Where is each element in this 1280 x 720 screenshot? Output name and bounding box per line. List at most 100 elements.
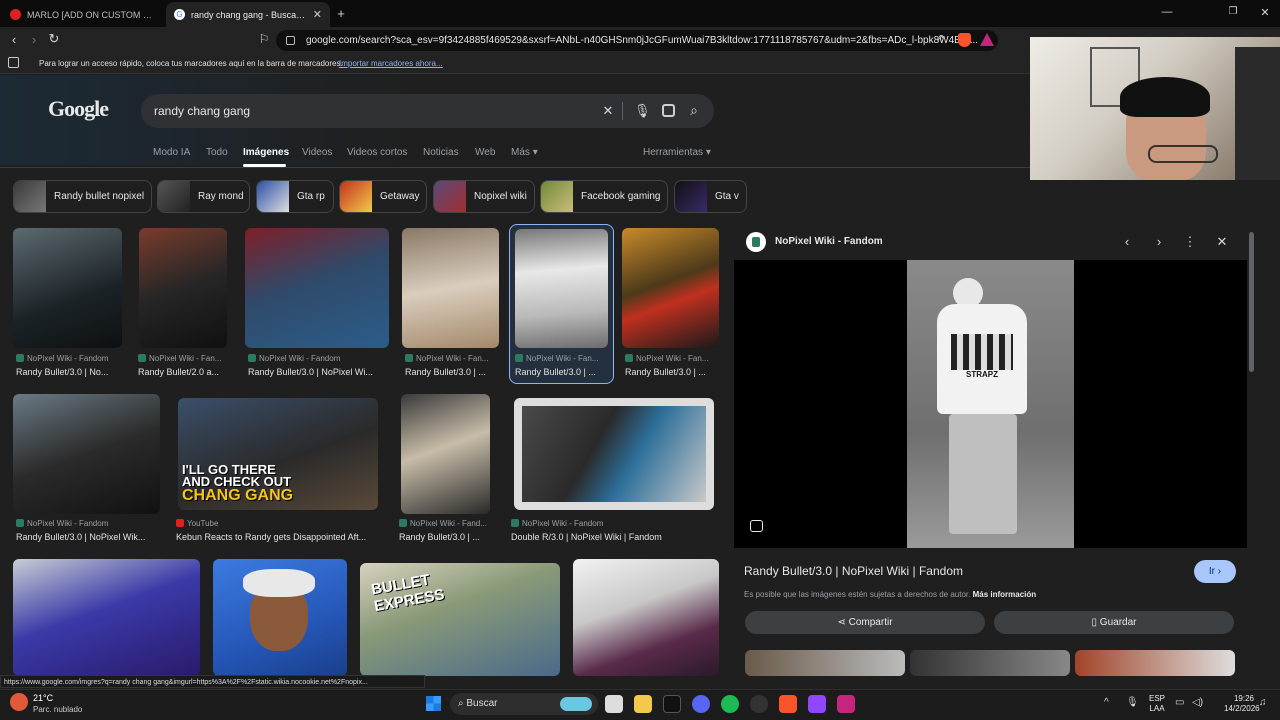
result-title[interactable]: Randy Bullet/3.0 | No... (16, 367, 122, 377)
result-image[interactable] (213, 559, 347, 676)
weather-desc[interactable]: Parc. nublado (33, 705, 82, 714)
preview-title[interactable]: Randy Bullet/3.0 | NoPixel Wiki | Fandom (744, 564, 963, 578)
result-image[interactable] (515, 229, 608, 348)
cod-icon[interactable] (663, 695, 681, 713)
obs-icon[interactable] (808, 695, 826, 713)
result-image[interactable] (622, 228, 719, 348)
chip-gta-v[interactable]: Gta v (674, 180, 747, 213)
new-tab-icon[interactable]: + (333, 6, 349, 21)
youtube-thumbnail[interactable]: I'LL GO THERE AND CHECK OUT CHANG GANG (178, 398, 378, 510)
tab-web[interactable]: Web (475, 147, 495, 158)
tab-images[interactable]: Imágenes (243, 147, 289, 158)
task-view-icon[interactable] (605, 695, 623, 713)
chip-nopixel-wiki[interactable]: Nopixel wiki (433, 180, 535, 213)
result-image[interactable] (402, 228, 499, 348)
result-title[interactable]: Randy Bullet/3.0 | ... (515, 367, 609, 377)
result-source[interactable]: NoPixel Wiki - Fan... (625, 354, 719, 363)
result-image[interactable] (514, 398, 714, 510)
lens-search-icon[interactable] (750, 520, 763, 532)
tab-ai-mode[interactable]: Modo IA (153, 147, 190, 158)
preview-scrollbar[interactable] (1249, 232, 1254, 372)
result-image[interactable] (245, 228, 389, 348)
preview-image[interactable]: STRAPZ (907, 260, 1074, 548)
microphone-icon[interactable]: 🎙︎ (1126, 697, 1139, 708)
result-title[interactable]: Randy Bullet/2.0 a... (138, 367, 228, 377)
chip-gta-rp[interactable]: Gta rp (256, 180, 334, 213)
result-title[interactable]: Randy Bullet/3.0 | NoPixel Wik... (16, 532, 160, 542)
close-window-icon[interactable]: ✕ (1258, 6, 1272, 19)
close-tab-icon[interactable]: ✕ (313, 8, 322, 21)
tab-news[interactable]: Noticias (423, 147, 459, 158)
site-info-icon[interactable] (286, 36, 295, 45)
result-title[interactable]: Randy Bullet/3.0 | ... (405, 367, 499, 377)
search-input[interactable]: randy chang gang (141, 94, 714, 128)
save-button[interactable]: ▯ Guardar (994, 611, 1234, 634)
chip-getaway[interactable]: Getaway (339, 180, 427, 213)
chip-facebook-gaming[interactable]: Facebook gaming (540, 180, 668, 213)
start-icon[interactable] (426, 696, 441, 711)
weather-icon[interactable] (10, 693, 28, 711)
network-icon[interactable]: ▭ (1175, 697, 1184, 708)
share-button[interactable]: ⋖ Compartir (745, 611, 985, 634)
result-image[interactable] (401, 394, 490, 514)
result-source[interactable]: NoPixel Wiki - Fand... (399, 519, 491, 528)
result-source[interactable]: NoPixel Wiki - Fandom (511, 519, 711, 528)
result-image[interactable] (13, 228, 122, 348)
app-icon[interactable] (837, 695, 855, 713)
result-source[interactable]: YouTube (176, 519, 378, 528)
minimize-icon[interactable]: — (1160, 6, 1174, 18)
brave-rewards-icon[interactable] (980, 33, 994, 46)
result-title[interactable]: Kebun Reacts to Randy gets Disappointed … (176, 532, 381, 542)
result-source[interactable]: NoPixel Wiki - Fan... (405, 354, 499, 363)
result-image[interactable] (13, 559, 200, 676)
tab-google-search[interactable]: G randy chang gang - Buscar con Google ✕ (166, 2, 330, 27)
file-explorer-icon[interactable] (634, 695, 652, 713)
result-image[interactable]: BULLET EXPRESS (360, 563, 560, 676)
result-image[interactable] (139, 228, 227, 348)
reload-icon[interactable]: ↻ (47, 31, 61, 47)
result-title[interactable]: Randy Bullet/3.0 | ... (399, 532, 491, 542)
result-image[interactable] (13, 394, 160, 514)
chip-randy-bullet-nopixel[interactable]: Randy bullet nopixel (13, 180, 152, 213)
spotify-icon[interactable] (721, 695, 739, 713)
more-info-link[interactable]: Más información (973, 590, 1037, 599)
result-source[interactable]: NoPixel Wiki - Fandom (16, 354, 122, 363)
chevron-up-icon[interactable]: ^ (1104, 697, 1109, 708)
steam-icon[interactable] (750, 695, 768, 713)
result-title[interactable]: Randy Bullet/3.0 | NoPixel Wi... (248, 367, 388, 377)
forward-icon[interactable]: › (27, 32, 41, 47)
weather-temp[interactable]: 21°C (33, 693, 53, 703)
next-icon[interactable]: › (1152, 234, 1166, 249)
volume-icon[interactable]: ◁) (1192, 697, 1203, 708)
tab-marlo[interactable]: MARLO [ADD ON CUSTOM PED FIVEM] (2, 2, 164, 27)
tab-videos[interactable]: Videos (302, 147, 332, 158)
tab-all[interactable]: Todo (206, 147, 228, 158)
tab-more[interactable]: Más ▾ (511, 147, 538, 158)
discord-icon[interactable] (692, 695, 710, 713)
address-bar[interactable]: google.com/search?sca_esv=9f3424885f4695… (276, 30, 998, 51)
clock[interactable]: 19:26 14/2/2026 (1224, 694, 1260, 714)
result-source[interactable]: NoPixel Wiki - Fandom (16, 519, 160, 528)
go-button[interactable]: Ir › (1194, 560, 1236, 583)
related-image[interactable] (1075, 650, 1235, 676)
tab-short-videos[interactable]: Videos cortos (347, 147, 407, 158)
result-title[interactable]: Randy Bullet/3.0 | ... (625, 367, 719, 377)
language-indicator[interactable]: ESP LAA (1149, 694, 1165, 714)
share-icon[interactable]: ↗ (934, 33, 946, 44)
result-source[interactable]: NoPixel Wiki - Fan... (515, 354, 609, 363)
search-icon[interactable]: ⌕ (687, 102, 701, 119)
bookmark-icon[interactable]: ⚐ (257, 32, 271, 46)
apps-grid-icon[interactable] (8, 57, 19, 68)
result-title[interactable]: Double R/3.0 | NoPixel Wiki | Fandom (511, 532, 711, 542)
previous-icon[interactable]: ‹ (1120, 234, 1134, 249)
chip-ray-mond[interactable]: Ray mond (157, 180, 250, 213)
back-icon[interactable]: ‹ (7, 32, 21, 47)
clear-search-icon[interactable]: ✕ (601, 103, 615, 119)
related-image[interactable] (910, 650, 1070, 676)
notification-icon[interactable]: ♫ (1259, 697, 1267, 708)
result-source[interactable]: NoPixel Wiki - Fandom (248, 354, 388, 363)
import-bookmarks-link[interactable]: Importar marcadores ahora... (339, 59, 443, 68)
more-options-icon[interactable]: ⋮ (1183, 234, 1197, 250)
microphone-icon[interactable]: 🎙︎ (634, 103, 651, 119)
google-logo[interactable]: Google (48, 96, 109, 122)
